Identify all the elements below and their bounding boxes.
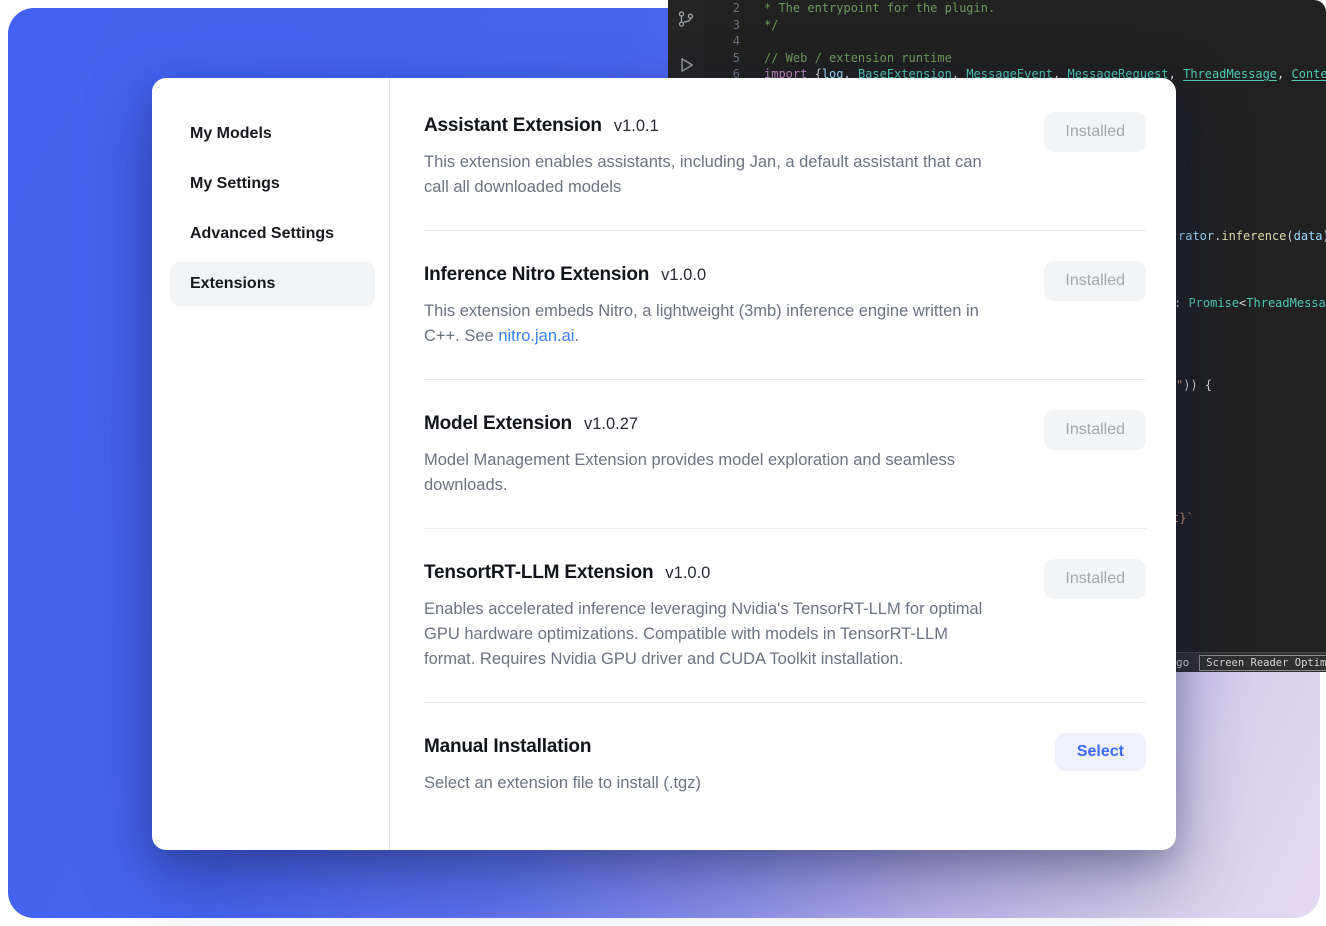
installed-button[interactable]: Installed xyxy=(1044,261,1146,301)
code-fragment: ")) { xyxy=(1176,378,1212,392)
manual-installation-section: Manual Installation Select an extension … xyxy=(424,703,1146,826)
run-debug-icon[interactable] xyxy=(677,56,695,74)
extension-title: TensortRT-LLM Extension xyxy=(424,559,653,587)
code-token: rator xyxy=(1178,229,1214,243)
screen-reader-badge[interactable]: Screen Reader Optimized xyxy=(1199,655,1326,671)
extension-title: Inference Nitro Extension xyxy=(424,261,649,289)
select-file-button[interactable]: Select xyxy=(1055,733,1146,771)
code-line-2: * The entrypoint for the plugin. xyxy=(764,1,995,15)
extension-title-row: TensortRT-LLM Extension v1.0.0 xyxy=(424,559,1044,587)
code-token: , xyxy=(1277,67,1291,81)
code-token: : xyxy=(1174,296,1188,310)
extension-section-nitro: Inference Nitro Extension v1.0.0 This ex… xyxy=(424,231,1146,380)
sidebar-item-my-models[interactable]: My Models xyxy=(170,112,375,156)
extension-description: Select an extension file to install (.tg… xyxy=(424,771,1002,796)
code-token: ( xyxy=(1286,229,1293,243)
extension-info: TensortRT-LLM Extension v1.0.0 Enables a… xyxy=(424,559,1044,672)
extension-section-assistant: Assistant Extension v1.0.1 This extensio… xyxy=(424,112,1146,231)
code-line-5: // Web / extension runtime xyxy=(764,51,952,65)
code-token: inference xyxy=(1221,229,1286,243)
sidebar-item-my-settings[interactable]: My Settings xyxy=(170,162,375,206)
extension-version: v1.0.27 xyxy=(584,415,638,434)
code-token: )) { xyxy=(1183,378,1212,392)
code-token: ThreadMessage xyxy=(1183,67,1277,81)
sidebar-item-advanced-settings[interactable]: Advanced Settings xyxy=(170,212,375,256)
installed-button[interactable]: Installed xyxy=(1044,112,1146,152)
extension-section-model: Model Extension v1.0.27 Model Management… xyxy=(424,380,1146,529)
sidebar-item-extensions[interactable]: Extensions xyxy=(170,262,375,306)
source-control-icon[interactable] xyxy=(677,10,695,28)
code-fragment: rator.inference(data); xyxy=(1178,229,1326,243)
extension-info: Assistant Extension v1.0.1 This extensio… xyxy=(424,112,1044,200)
code-token: , xyxy=(1169,67,1183,81)
extension-description: This extension enables assistants, inclu… xyxy=(424,150,1002,200)
extension-title-row: Assistant Extension v1.0.1 xyxy=(424,112,1044,140)
line-number: 4 xyxy=(710,34,740,48)
extension-version: v1.0.0 xyxy=(661,266,706,285)
extension-info: Inference Nitro Extension v1.0.0 This ex… xyxy=(424,261,1044,349)
extension-title: Manual Installation xyxy=(424,733,591,761)
extensions-panel: Assistant Extension v1.0.1 This extensio… xyxy=(390,78,1176,850)
extension-title-row: Inference Nitro Extension v1.0.0 xyxy=(424,261,1044,289)
status-bar-text: go xyxy=(1176,656,1189,669)
nitro-jan-ai-link[interactable]: nitro.jan.ai xyxy=(498,327,574,345)
extension-info: Model Extension v1.0.27 Model Management… xyxy=(424,410,1044,498)
extension-version: v1.0.1 xyxy=(614,117,659,136)
code-token: ThreadMessage xyxy=(1246,296,1326,310)
extension-title-row: Model Extension v1.0.27 xyxy=(424,410,1044,438)
code-token: Promise xyxy=(1188,296,1239,310)
installed-button[interactable]: Installed xyxy=(1044,559,1146,599)
code-token: ); xyxy=(1323,229,1326,243)
settings-modal: My Models My Settings Advanced Settings … xyxy=(152,78,1176,850)
extension-description: This extension embeds Nitro, a lightweig… xyxy=(424,299,1002,349)
extension-description: Model Management Extension provides mode… xyxy=(424,448,1002,498)
code-line-3: */ xyxy=(764,18,778,32)
extension-title-row: Manual Installation xyxy=(424,733,1055,761)
description-text: . xyxy=(574,327,579,345)
extension-title: Model Extension xyxy=(424,410,572,438)
code-token: ContentType xyxy=(1291,67,1326,81)
line-number: 2 xyxy=(710,1,740,15)
settings-sidebar: My Models My Settings Advanced Settings … xyxy=(152,78,390,850)
extension-description: Enables accelerated inference leveraging… xyxy=(424,597,1002,672)
code-token: data xyxy=(1294,229,1323,243)
line-number: 5 xyxy=(710,51,740,65)
installed-button[interactable]: Installed xyxy=(1044,410,1146,450)
code-fragment: : Promise<ThreadMessage> xyxy=(1174,296,1326,310)
extension-title: Assistant Extension xyxy=(424,112,602,140)
line-number: 3 xyxy=(710,18,740,32)
extension-version: v1.0.0 xyxy=(665,564,710,583)
extension-section-tensorrt: TensortRT-LLM Extension v1.0.0 Enables a… xyxy=(424,529,1146,703)
extension-info: Manual Installation Select an extension … xyxy=(424,733,1055,796)
